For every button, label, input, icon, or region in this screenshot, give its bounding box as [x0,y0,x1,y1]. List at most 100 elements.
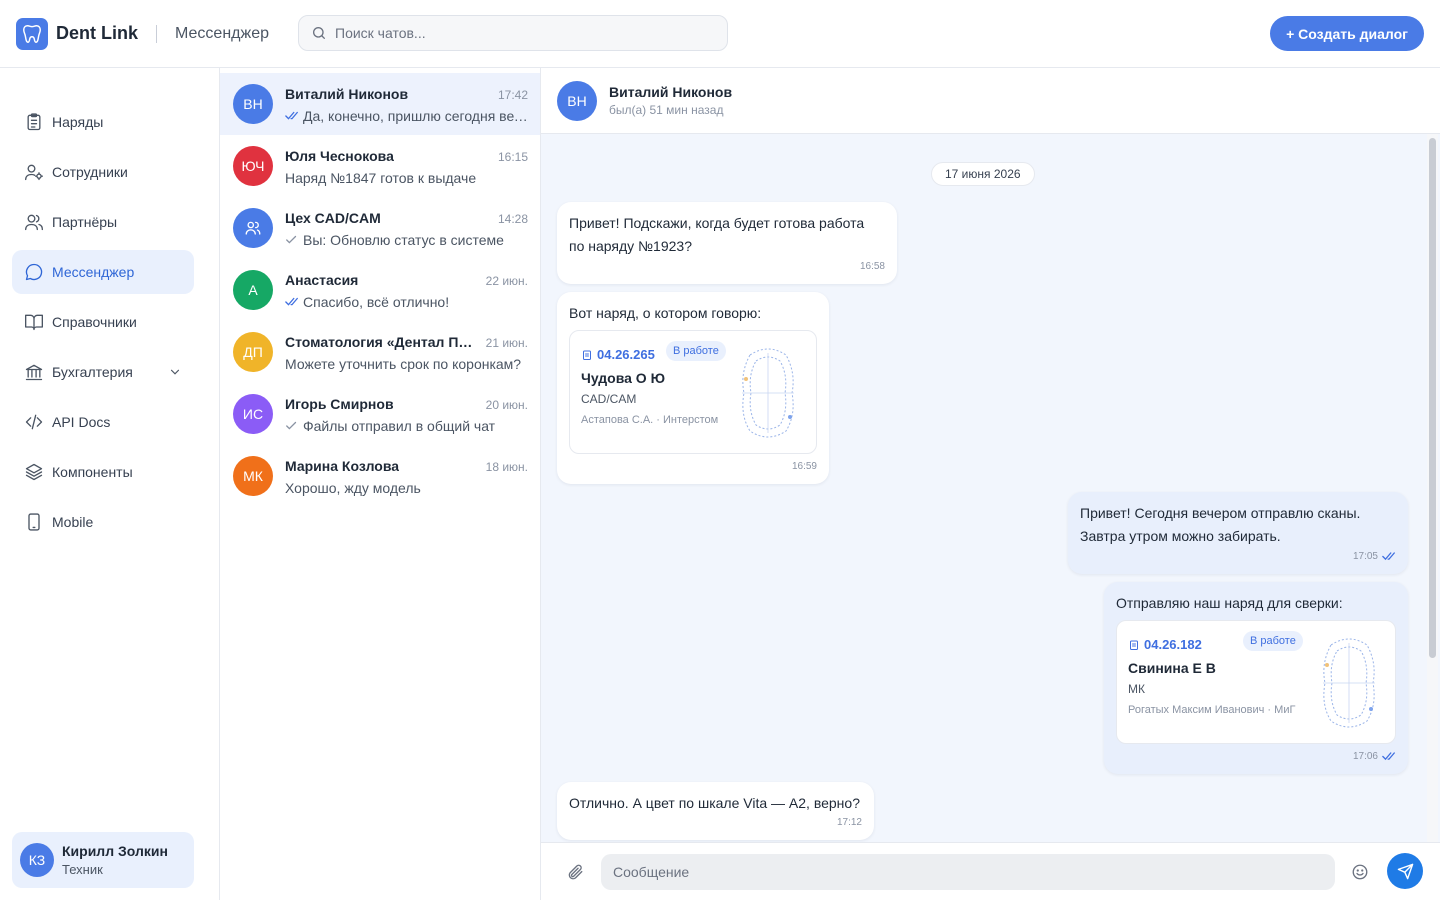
chat-item[interactable]: Цех CAD/CAM 14:28 Вы: Обновлю статус в с… [220,197,540,259]
chat-preview: Вы: Обновлю статус в системе [303,232,504,248]
avatar: ВН [233,84,273,124]
clipboard-icon [583,350,591,360]
brand-name: Dent Link [56,23,139,43]
message-incoming[interactable]: Привет! Подскажи, когда будет готова раб… [557,202,897,284]
sidebar-item-accounting[interactable]: Бухгалтерия [12,350,194,394]
sidebar-item-label: Бухгалтерия [52,364,133,380]
sidebar: Наряды Сотрудники Партнёры Мессенджер Сп… [0,68,220,900]
contact-status: был(а) 51 мин назад [609,103,724,117]
bank-icon [25,364,43,381]
message-input[interactable] [601,854,1335,890]
status-badge: В работе [666,341,726,361]
sidebar-item-api-docs[interactable]: API Docs [12,400,194,444]
check-icon [286,235,297,244]
chat-item[interactable]: ЮЧ Юля Чеснокова 16:15 Наряд №1847 готов… [220,135,540,197]
chat-time: 16:15 [497,150,528,164]
chat-item[interactable]: МК Марина Козлова 18 июн. Хорошо, жду мо… [220,445,540,507]
paperclip-icon [568,864,583,880]
chat-preview: Спасибо, всё отлично! [303,294,450,310]
clipboard-icon [1130,640,1138,650]
chat-name: Виталий Никонов [285,86,409,102]
sidebar-item-orders[interactable]: Наряды [12,100,194,144]
chat-item[interactable]: ДП Стоматология «Дентал Плюс» 21 июн. Мо… [220,321,540,383]
conversation-panel: ВН Виталий Никонов был(а) 51 мин назад 1… [541,68,1440,900]
sidebar-item-messenger[interactable]: Мессенджер [12,250,194,294]
chat-preview: Да, конечно, пришлю сегодня вечером [303,108,528,124]
create-dialog-button[interactable]: + Создать диалог [1270,16,1424,51]
send-button[interactable] [1387,853,1423,889]
user-settings-icon [25,164,43,181]
chat-item[interactable]: ИС Игорь Смирнов 20 июн. Файлы отправил … [220,383,540,445]
order-number: 04.26.265 [597,347,655,362]
conversation-header: ВН Виталий Никонов был(а) 51 мин назад [541,68,1440,134]
sidebar-item-mobile[interactable]: Mobile [12,500,194,544]
dental-chart-icon [742,348,794,438]
avatar: ДП [233,332,273,372]
order-type: МК [1128,682,1145,696]
user-name: Кирилл Золкин [62,843,168,859]
search-box[interactable] [298,15,728,51]
chat-bubble-icon [25,263,43,281]
current-user-card[interactable]: КЗ Кирилл Золкин Техник [12,832,194,888]
sidebar-item-employees[interactable]: Сотрудники [12,150,194,194]
chat-name: Стоматология «Дентал Плюс» [285,334,475,350]
order-number: 04.26.182 [1144,637,1202,652]
dental-chart-icon [1323,638,1375,728]
message-text-line: Привет! Подскажи, когда будет готова раб… [569,215,865,231]
chat-time: 18 июн. [485,460,528,474]
layers-icon [25,463,43,481]
contact-name[interactable]: Виталий Никонов [609,84,732,100]
logo[interactable]: Dent Link [16,17,139,50]
chevron-down-icon[interactable] [168,365,182,379]
chat-name: Игорь Смирнов [285,396,394,412]
message-outgoing[interactable]: Привет! Сегодня вечером отправлю сканы. … [1068,492,1408,574]
chat-item[interactable]: А Анастасия 22 июн. Спасибо, всё отлично… [220,259,540,321]
message-area[interactable]: 17 июня 2026 Привет! Подскажи, когда буд… [541,134,1440,842]
sidebar-item-label: Справочники [52,314,137,330]
message-incoming[interactable]: Отлично. А цвет по шкале Vita — А2, верн… [557,782,874,840]
message-text-line: Отлично. А цвет по шкале Vita — А2, верн… [569,795,860,811]
avatar: ИС [233,394,273,434]
double-check-icon [1382,552,1395,561]
chat-name: Анастасия [285,272,359,288]
chat-name: Юля Чеснокова [285,148,394,164]
chat-preview: Можете уточнить срок по коронкам? [285,356,522,372]
smile-icon [1352,864,1368,880]
sidebar-item-references[interactable]: Справочники [12,300,194,344]
order-card[interactable]: 04.26.265 В работе Чудова О Ю CAD/CAM Ас… [569,330,817,454]
avatar: МК [233,456,273,496]
group-avatar [233,208,273,248]
chat-time: 22 июн. [485,274,528,288]
patient-name: Чудова О Ю [581,370,666,386]
message-time: 17:12 [836,817,862,828]
users-icon [245,221,261,235]
search-input[interactable] [335,25,715,41]
scrollbar-thumb[interactable] [1429,138,1436,658]
message-time: 17:06 [1352,751,1378,762]
check-icon [286,421,297,430]
phone-icon [28,513,40,531]
order-card[interactable]: 04.26.182 В работе Свинина Е В МК Рогаты… [1116,620,1396,744]
sidebar-item-label: Мессенджер [52,264,135,280]
sidebar-item-partners[interactable]: Партнёры [12,200,194,244]
double-check-icon [285,111,298,120]
message-text-line: Привет! Сегодня вечером отправлю сканы. [1080,505,1361,521]
message-time: 16:59 [791,461,817,472]
message-outgoing[interactable]: Отправляю наш наряд для сверки: 04.26.18… [1104,582,1408,774]
book-icon [25,314,43,331]
avatar: ЮЧ [233,146,273,186]
send-icon [1397,863,1413,879]
avatar[interactable]: ВН [557,80,597,121]
order-meta: Астапова С.А. · Интерстом [581,414,719,426]
chat-item[interactable]: ВН Виталий Никонов 17:42 Да, конечно, пр… [220,73,540,135]
attach-button[interactable] [563,860,587,884]
message-time: 17:05 [1352,551,1378,562]
chat-time: 21 июн. [485,336,528,350]
message-incoming[interactable]: Вот наряд, о котором говорю: 04.26.265 В… [557,292,829,484]
avatar: КЗ [20,843,54,877]
sidebar-item-components[interactable]: Компоненты [12,450,194,494]
message-time: 16:58 [859,261,885,272]
emoji-button[interactable] [1348,860,1372,884]
message-text-line: по наряду №1923? [569,238,692,254]
message-composer [541,842,1440,900]
